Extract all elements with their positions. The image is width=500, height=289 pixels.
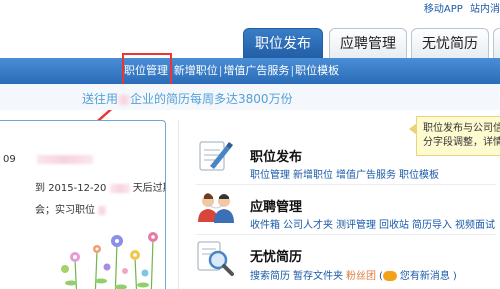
section-links-job-posting: 职位管理 新增职位 增值广告服务 职位模板: [250, 166, 442, 181]
column-divider: [178, 120, 179, 289]
new-message-notice[interactable]: (您有新消息): [379, 271, 457, 282]
expiry-text: 天后过期: [132, 183, 165, 194]
link-job-management[interactable]: 职位管理: [250, 170, 290, 181]
promo-banner: 送往用 企业的简历每周多达3800万份: [0, 84, 500, 110]
section-title-resume[interactable]: 无忧简历: [250, 246, 302, 265]
link-inbox[interactable]: 收件箱: [250, 220, 280, 231]
job-posting-icon: [199, 141, 233, 171]
new-message-text: 您有新消息: [399, 271, 450, 282]
account-card: 09 到 2015-12-20 天后过期 会；实习职位: [0, 120, 166, 289]
section-separator: [196, 184, 496, 185]
resume-search-icon: [197, 241, 234, 276]
link-ad-service[interactable]: 增值广告服务: [336, 170, 396, 181]
flowers-illustration: [61, 232, 158, 289]
card-line-1: 09: [3, 154, 93, 165]
blurred-text: [98, 205, 107, 215]
link-job-template[interactable]: 职位模板: [399, 170, 439, 181]
blurred-text: [36, 154, 93, 164]
banner-middle: 企业的简历每周多达: [130, 92, 239, 106]
section-separator: [196, 234, 496, 235]
page: 移动APP 站内消 职位发布 应聘管理 无忧简历 职位管理|新增职位|增值广告服…: [0, 0, 500, 289]
tooltip-line-1: 职位发布与公司信: [423, 123, 500, 134]
link-talent-folder[interactable]: 公司人才夹: [283, 220, 333, 231]
link-assessment[interactable]: 测评管理: [336, 220, 376, 231]
link-temp-folder[interactable]: 暂存文件夹: [293, 271, 343, 282]
blurred-text: [109, 183, 130, 193]
card-number: 09: [3, 154, 16, 165]
link-search-resume[interactable]: 搜索简历: [250, 271, 290, 282]
banner-number: 3800万份: [238, 92, 293, 106]
section-title-job-posting[interactable]: 职位发布: [250, 146, 302, 165]
applicants-icon: [198, 193, 234, 223]
link-add-job[interactable]: 新增职位: [293, 170, 333, 181]
notice-tooltip: 职位发布与公司信 分字段调整，详情: [416, 116, 500, 156]
section-links-resume: 搜索简历 暂存文件夹 粉丝团(您有新消息): [250, 267, 460, 282]
expiry-date: 2015-12-20: [48, 183, 107, 194]
section-links-applications: 收件箱 公司人才夹 测评管理 回收站 简历导入 视频面试: [250, 216, 498, 231]
link-video-interview[interactable]: 视频面试: [455, 220, 495, 231]
link-resume-import[interactable]: 简历导入: [412, 220, 452, 231]
banner-text: 送往用 企业的简历每周多达3800万份: [82, 90, 293, 107]
message-badge-icon: [382, 271, 397, 281]
tooltip-line-2: 分字段调整，详情: [423, 137, 500, 148]
card-line-2: 到 2015-12-20 天后过期: [35, 179, 165, 194]
card-line-3: 会；实习职位: [35, 201, 107, 216]
card-line2-prefix: 到: [35, 183, 45, 194]
link-fan-group[interactable]: 粉丝团: [346, 271, 376, 282]
blurred-text: [118, 94, 131, 105]
link-recycle-bin[interactable]: 回收站: [379, 220, 409, 231]
section-title-applications[interactable]: 应聘管理: [250, 196, 302, 215]
card-line3-text: 会；实习职位: [35, 205, 95, 216]
banner-prefix: 送往用: [82, 92, 119, 106]
